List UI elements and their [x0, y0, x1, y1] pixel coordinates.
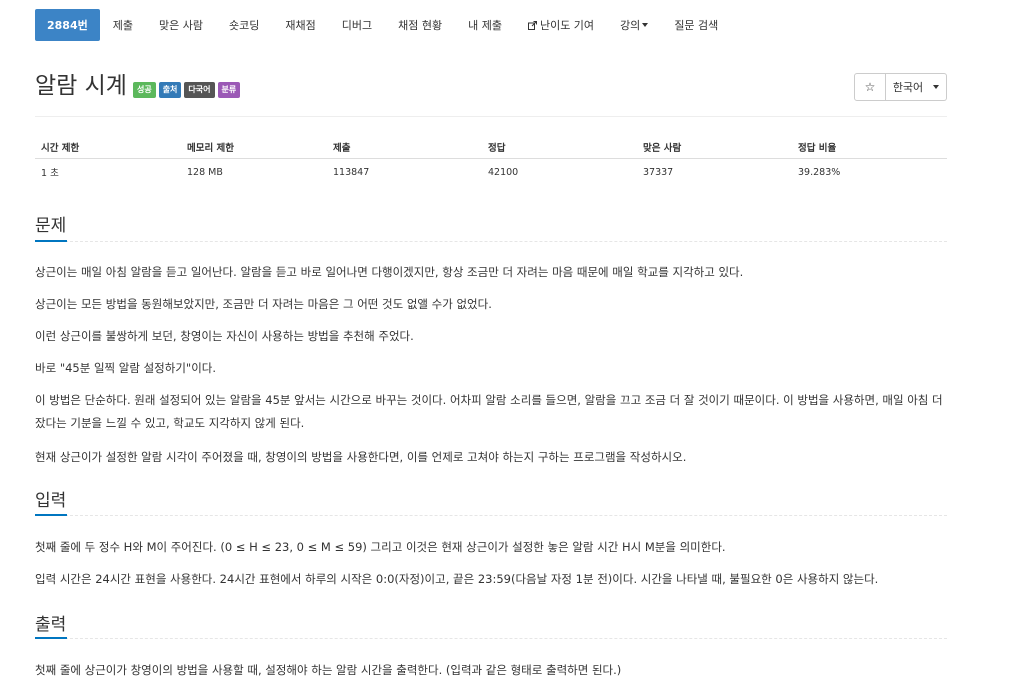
- star-button[interactable]: ☆: [854, 73, 886, 101]
- tab-rejudge[interactable]: 재채점: [272, 9, 328, 41]
- problem-page: 2884번 제출 맞은 사람 숏코딩 재채점 디버그 채점 현황 내 제출 난이…: [0, 0, 1030, 692]
- output-heading-underline: [35, 638, 947, 639]
- language-select[interactable]: 한국어: [886, 73, 947, 101]
- tab-problem-number[interactable]: 2884번: [35, 9, 100, 41]
- info-accepted: 42100: [488, 166, 519, 178]
- tab-solved-users[interactable]: 맞은 사람: [146, 9, 216, 41]
- info-header-accept-ratio: 정답 비율: [792, 136, 947, 159]
- info-memory-limit: 128 MB: [187, 166, 223, 178]
- problem-label-badge[interactable]: 성공: [132, 82, 156, 98]
- description-paragraph: 바로 "45분 일찍 알람 설정하기"이다.: [35, 361, 217, 375]
- info-header-solved-users: 맞은 사람: [637, 136, 792, 159]
- problem-info-table: 시간 제한 메모리 제한 제출 정답 맞은 사람 정답 비율 1 초 128 M…: [35, 136, 947, 185]
- tab-question-search[interactable]: 질문 검색: [661, 9, 731, 41]
- problem-title-row: 알람 시계 성공 출처 다국어 분류: [35, 72, 243, 100]
- info-header-time-limit: 시간 제한: [35, 136, 181, 159]
- info-header-accepted: 정답: [482, 136, 637, 159]
- problem-nav: 2884번 제출 맞은 사람 숏코딩 재채점 디버그 채점 현황 내 제출 난이…: [35, 9, 731, 41]
- language-label: 한국어: [892, 81, 924, 94]
- description-heading-accent: [35, 240, 67, 242]
- info-submissions: 113847: [333, 166, 370, 178]
- tab-debug[interactable]: 디버그: [329, 9, 385, 41]
- info-header-submissions: 제출: [327, 136, 482, 159]
- star-icon: ☆: [864, 80, 876, 94]
- description-paragraph: 상근이는 매일 아침 알람을 듣고 일어난다. 알람을 듣고 바로 일어나면 다…: [35, 265, 744, 279]
- info-value-row: 1 초 128 MB 113847 42100 37337 39.283%: [35, 159, 947, 186]
- output-paragraph: 첫째 줄에 상근이가 창영이의 방법을 사용할 때, 설정해야 하는 알람 시간…: [35, 663, 622, 677]
- description-paragraph: 상근이는 모든 방법을 동원해보았지만, 조금만 더 자려는 마음은 그 어떤 …: [35, 297, 492, 311]
- problem-labels: 성공 출처 다국어 분류: [132, 82, 243, 98]
- input-heading: 입력: [35, 491, 67, 511]
- output-heading: 출력: [35, 615, 67, 635]
- problem-toolbar: ☆ 한국어: [854, 73, 947, 101]
- info-time-limit: 1 초: [41, 168, 59, 179]
- info-accept-ratio: 39.283%: [798, 166, 841, 178]
- problem-label-badge[interactable]: 분류: [217, 82, 241, 98]
- problem-label-badge[interactable]: 출처: [158, 82, 182, 98]
- tab-lecture-dropdown[interactable]: 강의: [607, 9, 661, 41]
- problem-title: 알람 시계: [35, 73, 127, 99]
- tab-my-submissions[interactable]: 내 제출: [455, 9, 515, 41]
- info-solved-users: 37337: [643, 166, 674, 178]
- tab-lecture-label: 강의: [620, 19, 641, 32]
- input-heading-underline: [35, 515, 947, 516]
- external-link-icon: [527, 20, 537, 30]
- info-header-memory-limit: 메모리 제한: [181, 136, 327, 159]
- description-paragraph: 현재 상근이가 설정한 알람 시각이 주어졌을 때, 창영이의 방법을 사용한다…: [35, 450, 687, 464]
- description-heading: 문제: [35, 216, 67, 236]
- title-divider: [35, 116, 947, 117]
- description-heading-underline: [35, 241, 947, 242]
- chevron-down-icon: [642, 23, 649, 27]
- description-paragraph: 이 방법은 단순하다. 원래 설정되어 있는 알람을 45분 앞서는 시간으로 …: [35, 393, 943, 430]
- tab-judge-status[interactable]: 채점 현황: [385, 9, 455, 41]
- input-paragraph: 입력 시간은 24시간 표현을 사용한다. 24시간 표현에서 하루의 시작은 …: [35, 572, 879, 586]
- input-heading-accent: [35, 514, 67, 516]
- tab-difficulty-contribution[interactable]: 난이도 기여: [515, 9, 607, 41]
- tab-submit[interactable]: 제출: [100, 9, 146, 41]
- tab-short-coding[interactable]: 숏코딩: [216, 9, 272, 41]
- problem-label-badge[interactable]: 다국어: [184, 82, 215, 98]
- caret-down-icon: [933, 85, 940, 89]
- description-paragraph: 이런 상근이를 불쌍하게 보던, 창영이는 자신이 사용하는 방법을 추천해 주…: [35, 329, 414, 343]
- tab-difficulty-label: 난이도 기여: [539, 19, 595, 32]
- input-paragraph: 첫째 줄에 두 정수 H와 M이 주어진다. (0 ≤ H ≤ 23, 0 ≤ …: [35, 540, 726, 554]
- info-header-row: 시간 제한 메모리 제한 제출 정답 맞은 사람 정답 비율: [35, 136, 947, 159]
- output-heading-accent: [35, 637, 67, 639]
